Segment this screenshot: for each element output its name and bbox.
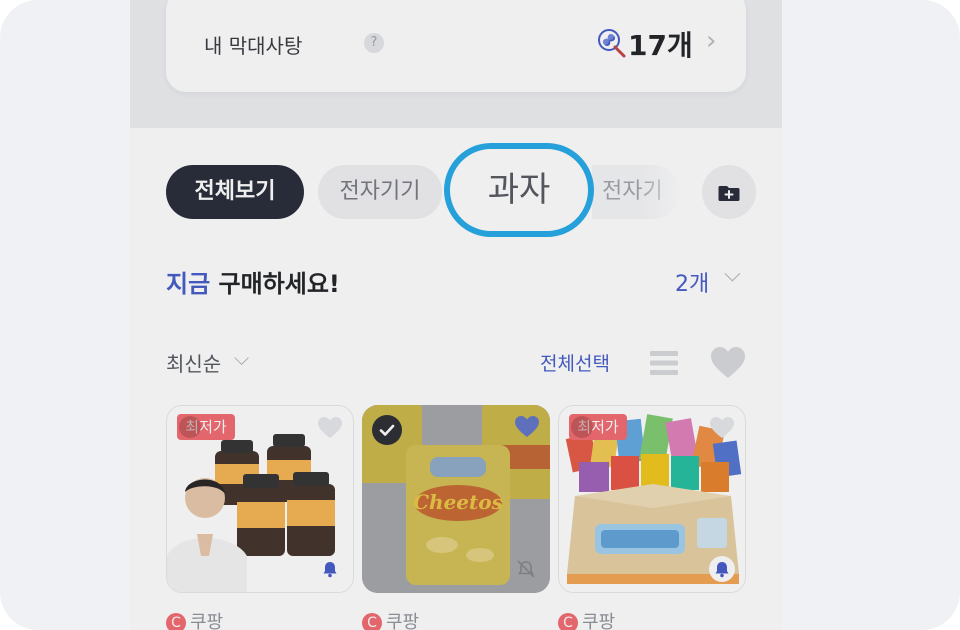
wishlist-section: 전체보기 전자기기 전자기 과자 지금 구매하세요! 2개 ⌵ 최신순 ⌵ 전체…	[130, 128, 782, 630]
select-all-button[interactable]: 전체선택	[540, 349, 610, 376]
shop-label: C 쿠팡	[166, 608, 223, 630]
chevron-down-icon[interactable]: ⌵	[234, 346, 249, 370]
bell-icon[interactable]	[709, 556, 735, 582]
shop-name: 쿠팡	[386, 612, 420, 630]
heart-icon[interactable]	[317, 416, 343, 440]
chevron-right-icon[interactable]: ›	[706, 26, 716, 56]
badge-dot	[179, 416, 201, 438]
product-card[interactable]: 최저가	[558, 405, 746, 593]
product-card[interactable]: 최저가	[166, 405, 354, 593]
sort-dropdown[interactable]: 최신순	[166, 348, 221, 377]
coupang-icon: C	[362, 613, 382, 630]
filter-chip-snack-highlighted[interactable]: 과자	[444, 143, 594, 237]
app-screen: 내 막대사탕 ? 17개 › 전체보기 전자기기 전자기 과자 지금 구매하세요…	[130, 0, 782, 630]
bell-icon[interactable]	[317, 556, 343, 582]
filter-chip-all[interactable]: 전체보기	[166, 165, 304, 219]
heart-icon-filled[interactable]	[514, 415, 540, 439]
buy-now-title: 지금 구매하세요!	[166, 264, 340, 299]
coupang-icon: C	[558, 613, 578, 630]
device-frame: 내 막대사탕 ? 17개 › 전체보기 전자기기 전자기 과자 지금 구매하세요…	[0, 0, 960, 630]
heart-icon[interactable]	[709, 416, 735, 440]
lollipop-summary-card[interactable]: 내 막대사탕 ? 17개 ›	[166, 0, 746, 92]
checked-icon[interactable]	[372, 415, 402, 445]
folder-plus-icon	[718, 186, 740, 201]
heart-filter-icon[interactable]	[710, 346, 746, 380]
lollipop-label: 내 막대사탕	[204, 34, 303, 58]
bell-off-icon[interactable]	[514, 557, 538, 581]
shop-label: C 쿠팡	[362, 608, 419, 630]
shop-name: 쿠팡	[582, 612, 616, 630]
shop-label: C 쿠팡	[558, 608, 615, 630]
buy-now-count[interactable]: 2개	[675, 266, 709, 298]
help-icon[interactable]: ?	[364, 33, 384, 53]
svg-text:Cheetos: Cheetos	[413, 490, 503, 514]
list-view-icon[interactable]	[649, 348, 679, 378]
badge-dot	[571, 416, 593, 438]
buy-now-text: 구매하세요!	[210, 270, 340, 298]
buy-now-highlight: 지금	[166, 270, 211, 298]
product-card[interactable]: Cheetos	[362, 405, 550, 593]
shop-name: 쿠팡	[190, 612, 224, 630]
chip-fade-overlay	[640, 163, 700, 221]
add-folder-button[interactable]	[702, 165, 756, 219]
lollipop-icon	[598, 29, 626, 58]
coupang-icon: C	[166, 613, 186, 630]
filter-chip-electronics[interactable]: 전자기기	[318, 165, 442, 219]
lollipop-count: 17개	[628, 29, 693, 62]
chevron-down-icon[interactable]: ⌵	[724, 262, 741, 287]
